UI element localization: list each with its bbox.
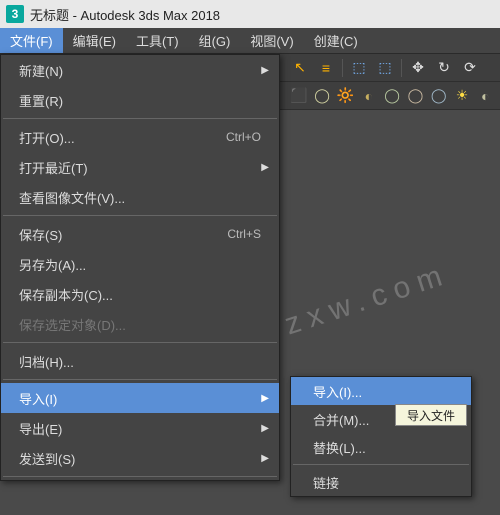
select-icon[interactable]: ↖ bbox=[290, 58, 310, 78]
menu-group[interactable]: 组(G) bbox=[189, 28, 241, 53]
sphere4-icon[interactable]: ◯ bbox=[407, 86, 424, 106]
menu-item-export[interactable]: 导出(E) ▶ bbox=[1, 413, 279, 443]
menu-item-label: 重置(R) bbox=[19, 91, 63, 110]
menu-item-view-image[interactable]: 查看图像文件(V)... bbox=[1, 182, 279, 212]
sphere-icon[interactable]: ◯ bbox=[313, 86, 330, 106]
import-submenu: 导入(I)... 合并(M)... 替换(L)... 链接 bbox=[290, 376, 472, 497]
menu-item-new[interactable]: 新建(N) ▶ bbox=[1, 55, 279, 85]
menu-item-label: 保存副本为(C)... bbox=[19, 285, 113, 304]
submenu-arrow-icon: ▶ bbox=[261, 65, 269, 76]
sphere6-icon[interactable]: ◐ bbox=[477, 86, 494, 106]
menu-item-reset[interactable]: 重置(R) bbox=[1, 85, 279, 115]
toolbar-separator bbox=[342, 59, 343, 77]
submenu-item-label: 替换(L)... bbox=[313, 438, 366, 457]
submenu-arrow-icon: ▶ bbox=[261, 453, 269, 464]
submenu-item-import[interactable]: 导入(I)... bbox=[291, 377, 471, 405]
menu-separator bbox=[3, 215, 277, 216]
menu-item-label: 保存选定对象(D)... bbox=[19, 315, 126, 334]
menu-item-label: 查看图像文件(V)... bbox=[19, 188, 125, 207]
menu-item-label: 另存为(A)... bbox=[19, 255, 86, 274]
menu-item-save-copy[interactable]: 保存副本为(C)... bbox=[1, 279, 279, 309]
marquee2-icon[interactable]: ⬚ bbox=[375, 58, 395, 78]
menu-shortcut: Ctrl+S bbox=[227, 227, 261, 241]
filter-icon[interactable]: ≡ bbox=[316, 58, 336, 78]
sphere2-icon[interactable]: ◐ bbox=[360, 86, 377, 106]
tooltip: 导入文件 bbox=[395, 404, 467, 426]
menu-item-label: 新建(N) bbox=[19, 61, 63, 80]
submenu-arrow-icon: ▶ bbox=[261, 393, 269, 404]
menu-item-open-recent[interactable]: 打开最近(T) ▶ bbox=[1, 152, 279, 182]
menu-item-save-as[interactable]: 另存为(A)... bbox=[1, 249, 279, 279]
menu-item-archive[interactable]: 归档(H)... bbox=[1, 346, 279, 376]
menu-separator bbox=[293, 464, 469, 465]
light-icon[interactable]: 🔆 bbox=[337, 86, 354, 106]
sun-icon[interactable]: ☀ bbox=[453, 86, 470, 106]
menu-item-import[interactable]: 导入(I) ▶ bbox=[1, 383, 279, 413]
menu-separator bbox=[3, 379, 277, 380]
menu-item-open[interactable]: 打开(O)... Ctrl+O bbox=[1, 122, 279, 152]
submenu-item-label: 合并(M)... bbox=[313, 410, 369, 429]
menu-edit[interactable]: 编辑(E) bbox=[63, 28, 126, 53]
menu-bar: 文件(F) 编辑(E) 工具(T) 组(G) 视图(V) 创建(C) bbox=[0, 28, 500, 54]
menu-separator bbox=[3, 118, 277, 119]
menu-item-label: 发送到(S) bbox=[19, 449, 75, 468]
menu-view[interactable]: 视图(V) bbox=[240, 28, 303, 53]
scale-icon[interactable]: ⟳ bbox=[460, 58, 480, 78]
sphere3-icon[interactable]: ◯ bbox=[383, 86, 400, 106]
submenu-item-link[interactable]: 链接 bbox=[291, 468, 471, 496]
menu-file[interactable]: 文件(F) bbox=[0, 28, 63, 53]
menu-item-label: 归档(H)... bbox=[19, 352, 74, 371]
menu-item-label: 打开(O)... bbox=[19, 128, 75, 147]
menu-item-save-selected: 保存选定对象(D)... bbox=[1, 309, 279, 339]
submenu-arrow-icon: ▶ bbox=[261, 162, 269, 173]
app-icon: 3 bbox=[6, 5, 24, 23]
material-icon[interactable]: ⬛ bbox=[290, 86, 307, 106]
menu-item-label: 打开最近(T) bbox=[19, 158, 88, 177]
submenu-item-label: 导入(I)... bbox=[313, 382, 362, 401]
submenu-item-replace[interactable]: 替换(L)... bbox=[291, 433, 471, 461]
menu-item-save[interactable]: 保存(S) Ctrl+S bbox=[1, 219, 279, 249]
menu-item-label: 保存(S) bbox=[19, 225, 62, 244]
submenu-item-label: 链接 bbox=[313, 473, 339, 492]
title-bar: 3 无标题 - Autodesk 3ds Max 2018 bbox=[0, 0, 500, 28]
menu-tools[interactable]: 工具(T) bbox=[126, 28, 189, 53]
menu-create[interactable]: 创建(C) bbox=[304, 28, 368, 53]
sphere5-icon[interactable]: ◯ bbox=[430, 86, 447, 106]
menu-item-label: 导入(I) bbox=[19, 389, 57, 408]
move-icon[interactable]: ✥ bbox=[408, 58, 428, 78]
menu-separator bbox=[3, 342, 277, 343]
menu-separator bbox=[3, 476, 277, 477]
window-title: 无标题 - Autodesk 3ds Max 2018 bbox=[30, 5, 220, 24]
menu-shortcut: Ctrl+O bbox=[226, 130, 261, 144]
menu-item-send-to[interactable]: 发送到(S) ▶ bbox=[1, 443, 279, 473]
file-dropdown: 新建(N) ▶ 重置(R) 打开(O)... Ctrl+O 打开最近(T) ▶ 查看图… bbox=[0, 54, 280, 481]
marquee-icon[interactable]: ⬚ bbox=[349, 58, 369, 78]
submenu-arrow-icon: ▶ bbox=[261, 423, 269, 434]
menu-item-label: 导出(E) bbox=[19, 419, 62, 438]
rotate-icon[interactable]: ↻ bbox=[434, 58, 454, 78]
toolbar-separator bbox=[401, 59, 402, 77]
